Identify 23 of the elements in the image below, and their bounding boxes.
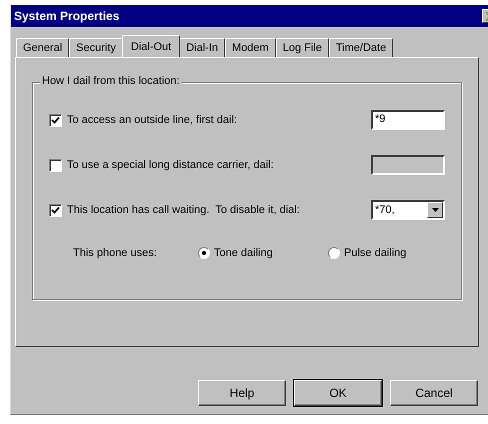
option-label: To use a special long distance carrier, dail: bbox=[67, 159, 275, 171]
radio-button[interactable] bbox=[328, 247, 340, 259]
dropdown-field[interactable]: *70, bbox=[371, 200, 445, 220]
tab[interactable]: Dial-Out bbox=[122, 35, 180, 57]
radio-label: Tone dailing bbox=[214, 247, 273, 259]
input-field[interactable]: *9 bbox=[371, 110, 445, 130]
option-label: This location has call waiting. To disable it, dial: bbox=[67, 204, 301, 216]
tab[interactable]: Modem bbox=[225, 38, 276, 57]
dialog-button[interactable]: Cancel bbox=[390, 380, 478, 406]
radio-button[interactable] bbox=[198, 247, 210, 259]
radio-label: Pulse dailing bbox=[344, 247, 406, 259]
checkbox[interactable] bbox=[49, 114, 62, 126]
phone-label: This phone uses: bbox=[73, 247, 158, 259]
dialog-button[interactable]: OK bbox=[294, 380, 382, 406]
group-title: How I dail from this location: bbox=[40, 75, 182, 87]
window-title: System Properties bbox=[14, 9, 120, 23]
tab[interactable]: Time/Date bbox=[328, 38, 394, 57]
tab[interactable]: Log File bbox=[276, 38, 329, 57]
dialog-button[interactable]: Help bbox=[198, 380, 286, 406]
option-label: To access an outside line, first dail: bbox=[67, 114, 238, 126]
tab[interactable]: General bbox=[16, 38, 70, 57]
checkbox[interactable] bbox=[49, 204, 62, 216]
tab[interactable]: Dial-In bbox=[179, 38, 226, 57]
